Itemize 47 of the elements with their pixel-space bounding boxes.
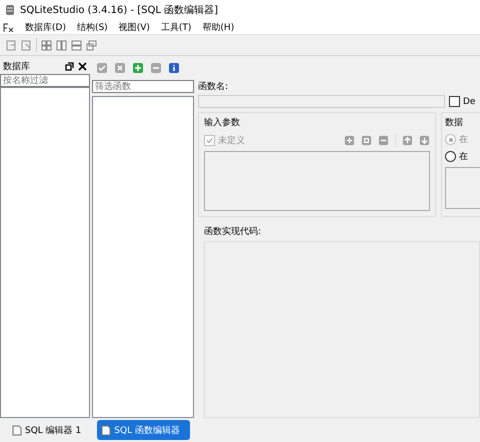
- document-icon: [101, 424, 112, 436]
- panel-title: 数据库: [3, 60, 30, 72]
- close-icon[interactable]: [78, 62, 87, 70]
- window-icon[interactable]: [6, 40, 17, 50]
- checkbox-label: De: [463, 96, 476, 106]
- menu-item[interactable]: 帮助(H): [202, 20, 234, 34]
- minus-icon[interactable]: [150, 62, 162, 74]
- menu-item[interactable]: 视图(V): [118, 20, 150, 34]
- group-title: 数据: [445, 116, 464, 129]
- menu-item[interactable]: 工具(T): [160, 20, 192, 34]
- radio-label: 在: [459, 134, 468, 146]
- plus-icon[interactable]: [344, 134, 355, 146]
- field-label: 函数名:: [198, 80, 230, 93]
- window-icon[interactable]: [21, 40, 32, 50]
- name-field[interactable]: [198, 95, 445, 108]
- edit-icon[interactable]: [361, 134, 372, 146]
- menu-item[interactable]: 结构(S): [76, 20, 108, 34]
- function-icon: [3, 22, 14, 32]
- info-icon[interactable]: [168, 62, 180, 74]
- window-tab[interactable]: SQL 编辑器 1: [8, 420, 92, 440]
- layout-icon[interactable]: [56, 40, 67, 50]
- function-list[interactable]: [92, 96, 194, 418]
- minus-icon[interactable]: [378, 134, 389, 146]
- checkbox-label: 未定义: [218, 134, 245, 146]
- plus-icon[interactable]: [132, 62, 144, 74]
- radio-button[interactable]: [445, 151, 456, 162]
- down-arrow-icon[interactable]: [419, 134, 430, 146]
- layout-icon[interactable]: [86, 40, 97, 50]
- menu-item[interactable]: 数据库(D): [25, 20, 66, 34]
- up-arrow-icon[interactable]: [402, 134, 413, 146]
- document-icon: [12, 424, 22, 436]
- radio-label: 在: [459, 150, 468, 163]
- filter-field[interactable]: 筛选函数: [92, 80, 194, 93]
- parameter-list[interactable]: [204, 151, 430, 211]
- check-icon[interactable]: [96, 62, 108, 74]
- window-title: SQLiteStudio (3.4.16) - [SQL 函数编辑器]: [20, 4, 218, 17]
- layout-icon[interactable]: [71, 40, 82, 50]
- group-title: 输入参数: [204, 116, 241, 129]
- cross-icon[interactable]: [114, 62, 126, 74]
- restore-icon[interactable]: [65, 62, 74, 70]
- filter-field[interactable]: 按名称过滤: [0, 74, 90, 87]
- field-label: 函数实现代码:: [204, 226, 262, 238]
- window-tab[interactable]: SQL 函数编辑器: [97, 420, 190, 440]
- checkbox[interactable]: [449, 96, 460, 107]
- app-icon: [5, 4, 15, 16]
- layout-icon[interactable]: [41, 40, 52, 50]
- database-list[interactable]: [0, 87, 90, 418]
